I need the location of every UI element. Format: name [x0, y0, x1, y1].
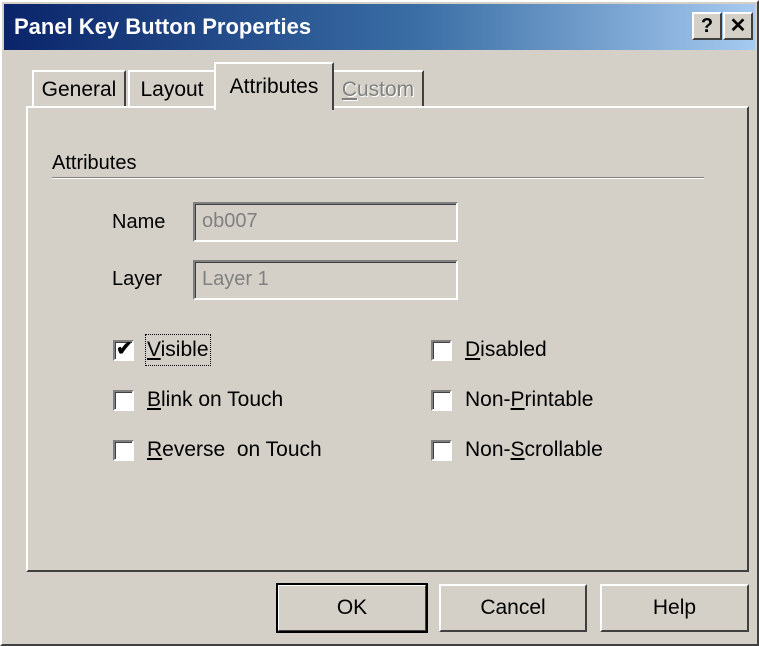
- disabled-checkbox[interactable]: Disabled: [431, 336, 547, 364]
- group-divider: [52, 177, 704, 179]
- tab-custom-label: Custom: [341, 78, 415, 101]
- title-bar[interactable]: Panel Key Button Properties ? ✕: [4, 4, 755, 50]
- non-printable-label: Non-Printable: [465, 388, 594, 411]
- close-icon[interactable]: ✕: [723, 12, 753, 40]
- non-printable-checkbox-box[interactable]: [431, 389, 452, 411]
- tab-layout-label: Layout: [140, 78, 204, 101]
- check-icon: ✔: [116, 337, 133, 360]
- tab-general[interactable]: General: [32, 70, 126, 108]
- non-scrollable-label: Non-Scrollable: [465, 438, 603, 461]
- layer-label: Layer: [112, 268, 163, 290]
- non-scrollable-checkbox[interactable]: Non-Scrollable: [431, 436, 603, 464]
- attributes-group-label: Attributes: [52, 152, 137, 174]
- tab-layout[interactable]: Layout: [128, 70, 216, 108]
- ok-button[interactable]: OK: [276, 583, 428, 633]
- reverse-on-touch-checkbox[interactable]: Reverse on Touch: [113, 436, 322, 464]
- visible-label: Visible: [145, 334, 211, 366]
- blink-on-touch-checkbox[interactable]: Blink on Touch: [113, 386, 283, 414]
- disabled-checkbox-box[interactable]: [431, 339, 452, 361]
- help-button[interactable]: Help: [600, 584, 749, 632]
- window-title: Panel Key Button Properties: [14, 14, 312, 39]
- reverse-checkbox-box[interactable]: [113, 439, 134, 461]
- name-field: ob007: [193, 202, 458, 242]
- tab-attributes[interactable]: Attributes: [214, 62, 334, 110]
- name-label: Name: [112, 211, 166, 233]
- layer-field: Layer 1: [193, 260, 458, 300]
- blink-checkbox-box[interactable]: [113, 389, 134, 411]
- blink-label: Blink on Touch: [147, 388, 284, 411]
- non-printable-checkbox[interactable]: Non-Printable: [431, 386, 593, 414]
- help-title-button[interactable]: ?: [692, 12, 722, 40]
- visible-checkbox-box[interactable]: ✔: [113, 337, 134, 361]
- tab-custom: Custom: [332, 70, 424, 108]
- cancel-button[interactable]: Cancel: [439, 584, 587, 632]
- reverse-label: Reverse on Touch: [147, 438, 322, 461]
- visible-checkbox[interactable]: ✔ Visible: [113, 334, 211, 366]
- tab-attributes-label: Attributes: [229, 75, 319, 98]
- tab-general-label: General: [41, 78, 117, 101]
- disabled-label: Disabled: [465, 338, 547, 361]
- non-scrollable-checkbox-box[interactable]: [431, 439, 452, 461]
